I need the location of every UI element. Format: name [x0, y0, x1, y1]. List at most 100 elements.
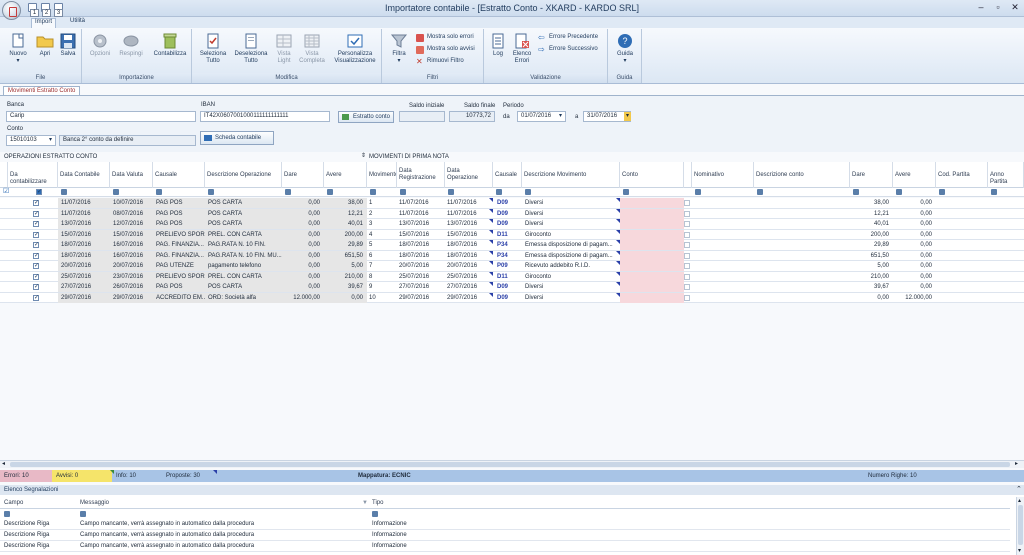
table-row[interactable]: 18/07/201616/07/2016PAG. FINANZIA...PAG.… [0, 240, 1024, 251]
cell-movimento[interactable]: 6 [369, 251, 396, 261]
col-data-registrazione[interactable]: Data Registrazione [397, 162, 445, 188]
cell-avere-pn[interactable]: 0,00 [893, 272, 934, 282]
cell-avere-pn[interactable]: 0,00 [893, 230, 934, 240]
conto-lookup-button[interactable] [684, 263, 690, 269]
col-conto[interactable]: Conto [620, 162, 684, 188]
table-row[interactable]: 13/07/201612/07/2016PAG POSPOS CARTA0,00… [0, 219, 1024, 230]
table-row[interactable]: 15/07/201615/07/2016PRELIEVO SPOR...PREL… [0, 229, 1024, 240]
cell-data-operazione[interactable]: 29/07/2016 [447, 293, 491, 303]
vertical-scroll-thumb[interactable] [1018, 505, 1023, 545]
cell-avere[interactable]: 39,67 [324, 282, 365, 292]
filter-icon[interactable] [80, 511, 86, 517]
rimuovi-filtro-button[interactable]: ✕ Rimuovi Filtro [416, 56, 464, 67]
vista-light-button[interactable]: Vista Light [272, 33, 296, 65]
deseleziona-tutto-button[interactable]: Deseleziona Tutto [232, 33, 270, 65]
cell-avere-pn[interactable]: 0,00 [893, 219, 934, 229]
cell-movimento[interactable]: 10 [369, 293, 396, 303]
scroll-down-icon[interactable]: ▾ [1018, 547, 1021, 554]
cell-data-contabile[interactable]: 15/07/2016 [61, 229, 110, 240]
cell-causale[interactable]: PAG. FINANZIA... [156, 240, 205, 250]
da-contabilizzare-checkbox[interactable] [33, 231, 39, 238]
elenco-row[interactable]: Descrizione Riga Campo mancante, verrà as… [0, 519, 1010, 530]
cell-data-valuta[interactable]: 23/07/2016 [113, 271, 153, 282]
cell-data-operazione[interactable]: 11/07/2016 [447, 209, 491, 219]
cell-causale-pn[interactable]: D09 [497, 219, 521, 229]
banca-field[interactable]: Carip [6, 111, 196, 122]
cell-conto[interactable] [620, 240, 684, 250]
cell-movimento[interactable]: 2 [369, 209, 396, 219]
info-status[interactable]: Info: 10 [112, 470, 162, 482]
cell-causale[interactable]: PAG POS [156, 198, 205, 208]
filter-icon[interactable] [695, 189, 701, 195]
cell-avere[interactable]: 38,00 [324, 198, 365, 208]
cell-dare-pn[interactable]: 38,00 [850, 198, 891, 208]
cell-conto[interactable] [620, 208, 684, 219]
periodo-a-dropdown-icon[interactable]: ▾ [624, 112, 631, 121]
cell-conto[interactable] [620, 219, 684, 229]
conto-lookup-button[interactable] [684, 231, 690, 238]
cell-movimento[interactable]: 9 [369, 282, 396, 292]
cell-data-valuta[interactable]: 29/07/2016 [113, 292, 153, 303]
minimize-button[interactable]: – [974, 2, 988, 13]
cell-data-contabile[interactable]: 20/07/2016 [61, 261, 110, 271]
cell-descrizione-movimento[interactable]: Ricevuto addebito R.I.D. [525, 261, 619, 271]
cell-data-operazione[interactable]: 25/07/2016 [447, 272, 491, 282]
cell-causale[interactable]: PAG POS [156, 282, 205, 292]
tab-utilita[interactable]: Utilità [70, 18, 85, 24]
col-cod-partita[interactable]: Cod. Partita [936, 162, 988, 188]
da-contabilizzare-checkbox[interactable] [33, 283, 39, 290]
cell-avere-pn[interactable]: 0,00 [893, 209, 934, 219]
horizontal-scrollbar[interactable]: ◂ ▸ [0, 460, 1024, 468]
cell-avere-pn[interactable]: 0,00 [893, 198, 934, 208]
scheda-contabile-button[interactable]: Scheda contabile [200, 131, 274, 145]
cell-data-valuta[interactable]: 15/07/2016 [113, 229, 153, 240]
cell-data-operazione[interactable]: 15/07/2016 [447, 230, 491, 240]
elenco-row[interactable]: Descrizione Riga Campo mancante, verrà as… [0, 530, 1010, 541]
cell-dare-pn[interactable]: 12,21 [850, 209, 891, 219]
conto-lookup-button[interactable] [684, 200, 690, 206]
cell-descrizione-operazione[interactable]: POS CARTA [208, 198, 282, 208]
cell-dare[interactable]: 0,00 [282, 282, 322, 292]
application-menu-button[interactable] [2, 1, 21, 20]
cell-dare-pn[interactable]: 200,00 [850, 230, 891, 240]
respingi-button[interactable]: Respingi [116, 33, 146, 58]
scroll-up-icon[interactable]: ▴ [1018, 497, 1021, 504]
conto-lookup-button[interactable] [684, 252, 690, 259]
cell-causale[interactable]: ACCREDITO EM... [156, 292, 205, 303]
da-contabilizzare-checkbox[interactable] [33, 252, 39, 259]
cell-causale-pn[interactable]: P09 [497, 261, 521, 271]
col-movimento[interactable]: Movimento [367, 162, 397, 188]
table-row[interactable]: 20/07/201620/07/2016PAG UTENZEpagamento … [0, 261, 1024, 272]
cell-avere[interactable]: 40,01 [324, 219, 365, 229]
cell-avere[interactable]: 12,21 [324, 208, 365, 219]
cell-descrizione-operazione[interactable]: pagamento telefono [208, 261, 282, 271]
cell-dare-pn[interactable]: 0,00 [850, 293, 891, 303]
errore-precedente-button[interactable]: ⇦ Errore Precedente [538, 32, 598, 43]
cell-descrizione-movimento[interactable]: Giroconto [525, 272, 619, 282]
cell-dare[interactable]: 0,00 [282, 261, 322, 271]
filter-icon[interactable] [372, 511, 378, 517]
cell-causale[interactable]: PAG POS [156, 208, 205, 219]
cell-data-contabile[interactable]: 11/07/2016 [61, 208, 110, 219]
cell-data-contabile[interactable]: 25/07/2016 [61, 271, 110, 282]
filtra-button[interactable]: Filtra ▾ [387, 33, 411, 65]
cell-causale[interactable]: PRELIEVO SPOR... [156, 229, 205, 240]
cell-causale-pn[interactable]: D09 [497, 198, 521, 208]
filter-icon[interactable] [370, 189, 376, 195]
cell-conto[interactable] [620, 250, 684, 261]
col-nominativo[interactable]: Nominativo [692, 162, 754, 188]
elenco-errori-button[interactable]: Elenco Errori [510, 33, 534, 65]
cell-dare[interactable]: 0,00 [282, 208, 322, 219]
cell-data-registrazione[interactable]: 27/07/2016 [399, 282, 444, 292]
salva-button[interactable]: Salva [57, 33, 79, 58]
cell-causale-pn[interactable]: D09 [497, 293, 521, 303]
cell-avere-pn[interactable]: 0,00 [893, 282, 934, 292]
col-dare[interactable]: Dare [282, 162, 324, 188]
da-contabilizzare-checkbox[interactable] [33, 273, 39, 280]
cell-descrizione-movimento[interactable]: Giroconto [525, 230, 619, 240]
elenco-vertical-scrollbar[interactable]: ▴ ▾ [1016, 497, 1024, 555]
cell-data-valuta[interactable]: 10/07/2016 [113, 198, 153, 208]
scroll-right-icon[interactable]: ▸ [1015, 461, 1018, 468]
cell-movimento[interactable]: 3 [369, 219, 396, 229]
cell-dare[interactable]: 12.000,00 [282, 292, 322, 303]
